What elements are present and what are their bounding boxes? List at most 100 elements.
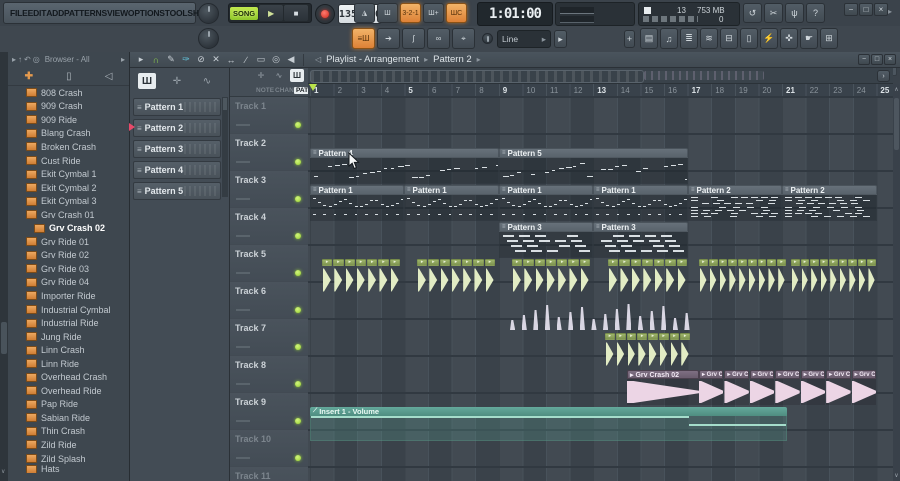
audio-hit-clip[interactable]: ▸ — [708, 259, 718, 294]
audio-hit-clip[interactable]: ▸ — [417, 259, 428, 294]
pattern-clip[interactable]: ≡ Pattern 1 — [499, 185, 593, 221]
audio-wave-slice[interactable] — [614, 309, 620, 330]
audio-hit-group[interactable]: ▸ ▸ ▸ ▸ ▸ ▸ ▸ — [322, 259, 401, 294]
menu-file[interactable]: FILE — [10, 8, 28, 18]
browser-item[interactable]: 808 Crash — [8, 86, 129, 100]
corner-tab-icon-0[interactable]: ✛ — [254, 69, 268, 82]
loop-record-button[interactable]: ШC — [446, 3, 467, 23]
audio-hit-clip[interactable]: ▸ — [658, 333, 669, 368]
audio-hit-clip[interactable]: ▸ — [545, 259, 557, 294]
audio-hit-group[interactable]: ▸ ▸ ▸ ▸ ▸ ▸ ▸ — [608, 259, 688, 294]
blend-recording-button[interactable]: Ш+ — [423, 3, 444, 23]
browser-item[interactable]: 909 Crash — [8, 100, 129, 114]
minimap-next-button[interactable]: › — [877, 70, 890, 82]
playback-speaker-icon[interactable]: ◁ — [315, 55, 321, 64]
browser-item[interactable]: Grv Crash 01 — [8, 208, 129, 222]
audio-wave-slice[interactable] — [579, 307, 585, 330]
playlist-subtitle[interactable]: Pattern 2 — [433, 54, 472, 65]
track-led[interactable] — [295, 122, 301, 128]
track-led[interactable] — [295, 455, 301, 461]
audio-hit-clip[interactable]: ▸ — [333, 259, 344, 294]
audio-wave-slice[interactable] — [556, 317, 562, 330]
audio-hit-clip[interactable]: ▸ — [665, 259, 676, 294]
browser-header-icons[interactable]: ▸↑↶◎ — [12, 55, 42, 64]
audio-hit-clip[interactable]: ▸ — [473, 259, 484, 294]
audio-hit-group[interactable]: ▸ ▸ ▸ ▸ ▸ ▸ ▸ ▸ ▸ — [699, 259, 787, 294]
audio-hit-clip[interactable]: ▸ — [322, 259, 333, 294]
left-scroll-thumb[interactable] — [1, 322, 7, 354]
audio-wave-slice[interactable] — [591, 319, 597, 330]
pattern-clip[interactable]: ≡ Pattern 2 — [688, 185, 782, 221]
browser-chevron-icon[interactable]: ▸ — [121, 55, 125, 64]
browser-item[interactable]: 909 Ride — [8, 113, 129, 127]
playlist-close-button[interactable]: × — [884, 54, 896, 65]
audio-hit-clip[interactable]: ▸ — [534, 259, 545, 294]
audio-clip[interactable]: ▸ Grv C — [826, 370, 851, 405]
audio-hit-clip[interactable]: ▸ — [389, 259, 400, 294]
pattern-prev-button[interactable]: ▸ — [554, 30, 567, 48]
audio-wave-slice[interactable] — [510, 320, 516, 330]
select-tool[interactable]: ▭ — [254, 54, 268, 66]
audio-wave-slice[interactable] — [637, 316, 644, 330]
browser-item[interactable]: Linn Ride — [8, 357, 129, 371]
audio-hit-clip[interactable]: ▸ — [838, 259, 848, 294]
playlist-vertical-scrollbar[interactable]: ∧ ∨ — [893, 84, 900, 481]
browser-item[interactable]: Ekit Cymbal 2 — [8, 181, 129, 195]
browser-view-button[interactable]: ⊟ — [720, 28, 738, 49]
audio-hit-group[interactable]: ▸ ▸ ▸ ▸ ▸ ▸ ▸ — [512, 259, 591, 294]
slip-tool[interactable]: ↔ — [224, 54, 238, 66]
audio-clip-group[interactable]: ▸ Grv C ▸ Grv C ▸ Grv C ▸ Grv C ▸ Grv C ▸ Grv… — [699, 370, 877, 405]
browser-item[interactable]: Blang Crash — [8, 127, 129, 141]
mute-tool[interactable]: ✕ — [209, 54, 223, 66]
record-button[interactable] — [315, 4, 335, 24]
countdown-button[interactable]: 3-2-1 — [400, 3, 421, 23]
track-led[interactable] — [295, 418, 301, 424]
browser-title[interactable]: Browser - All — [45, 55, 90, 64]
zoom-tool[interactable]: ◎ — [269, 54, 283, 66]
automation-clip[interactable]: ⟋ Insert 1 - Volume — [310, 407, 787, 441]
pattern-clip[interactable]: ≡ Pattern 2 — [782, 185, 877, 221]
browser-item-selected[interactable]: Grv Crash 02 — [8, 221, 129, 235]
browser-item[interactable]: Cust Ride — [8, 154, 129, 168]
scroll-down-icon[interactable]: ∨ — [893, 472, 900, 479]
audio-hit-clip[interactable]: ▸ — [484, 259, 495, 294]
audio-wave-group[interactable] — [508, 296, 694, 331]
audio-hit-clip[interactable]: ▸ — [344, 259, 355, 294]
playback-marker-panel[interactable] — [555, 2, 635, 26]
mixer-view-button[interactable]: ≋ — [700, 28, 718, 49]
piano-roll-view-button[interactable]: ♫ — [660, 28, 678, 49]
master-pitch-knob[interactable] — [198, 28, 219, 49]
audio-hit-group[interactable]: ▸ ▸ ▸ ▸ ▸ ▸ ▸ ▸ ▸ — [791, 259, 877, 294]
menu-options[interactable]: OPTIONS — [128, 8, 165, 18]
cut-tool-button[interactable]: ✂ — [764, 3, 783, 23]
wait-for-input-button[interactable]: Ш — [377, 3, 398, 23]
track-header-11[interactable]: Track 11 — [230, 467, 308, 481]
playlist-minimap[interactable]: › — [308, 68, 893, 84]
browser-item[interactable]: Thin Crash — [8, 425, 129, 439]
browser-item[interactable]: Grv Ride 04 — [8, 276, 129, 290]
audio-wave-slice[interactable] — [533, 310, 539, 330]
audio-hit-clip[interactable]: ▸ — [568, 259, 579, 294]
browser-item[interactable]: Grv Ride 03 — [8, 262, 129, 276]
audio-hit-clip[interactable]: ▸ — [579, 259, 590, 294]
browser-tab-plus[interactable]: ✚ — [25, 71, 33, 82]
pattern-list-item[interactable]: ≡ Pattern 1 — [133, 98, 221, 116]
playlist-view-button[interactable]: ▤ — [640, 28, 658, 49]
left-scroll-strip[interactable]: ∨ — [0, 52, 8, 481]
brush-tool[interactable]: ✑ — [179, 54, 193, 66]
audio-hit-clip[interactable]: ▸ — [367, 259, 378, 294]
metronome-button[interactable]: ◮ — [354, 3, 375, 23]
audio-hit-clip[interactable]: ▸ — [669, 333, 680, 368]
minimap-thumb[interactable] — [310, 70, 644, 83]
touch-view-button[interactable]: ☛ — [800, 28, 818, 49]
corner-tab-icon-1[interactable]: ∿ — [272, 69, 286, 82]
shop-button[interactable]: ⊞ — [820, 28, 838, 49]
audio-hit-clip[interactable]: ▸ — [648, 333, 658, 368]
audio-clip[interactable]: ▸ Grv C — [699, 370, 724, 405]
audio-hit-clip[interactable]: ▸ — [653, 259, 665, 294]
track-header-4[interactable]: Track 4 — [230, 208, 308, 245]
audio-wave-slice[interactable] — [544, 305, 551, 330]
channel-rack-view-button[interactable]: ≣ — [680, 28, 698, 49]
remote-control-button[interactable]: ✜ — [780, 28, 798, 49]
audio-hit-clip[interactable]: ▸ — [642, 259, 653, 294]
